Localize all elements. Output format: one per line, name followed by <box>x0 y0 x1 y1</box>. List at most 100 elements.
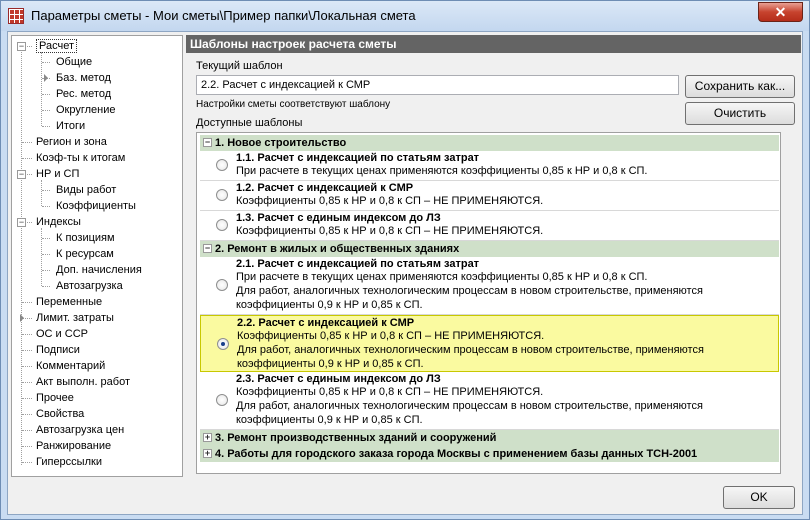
tree-item[interactable]: Общие <box>56 54 92 70</box>
tree-item-label: К ресурсам <box>56 248 114 260</box>
tree-item[interactable]: Баз. метод <box>56 70 111 86</box>
tree-item[interactable]: Прочее <box>36 390 74 406</box>
tree-item[interactable]: Лимит. затраты <box>36 310 114 326</box>
tree-item[interactable]: Ранжирование <box>36 438 111 454</box>
save-as-button[interactable]: Сохранить как... <box>685 75 795 98</box>
window-title: Параметры сметы - Мои сметы\Пример папки… <box>31 8 416 23</box>
template-description: При расчете в текущих ценах применяются … <box>236 271 648 283</box>
close-button[interactable]: ✕ <box>758 2 803 22</box>
template-radio[interactable] <box>216 189 228 201</box>
group-label: 4. Работы для городского заказа города М… <box>215 448 698 460</box>
group-toggle-icon[interactable]: − <box>203 138 212 147</box>
template-radio[interactable] <box>216 279 228 291</box>
tree-collapse-icon[interactable]: − <box>17 42 26 51</box>
tree-item-label: Коэффициенты <box>56 200 136 212</box>
current-template-label: Текущий шаблон <box>196 60 283 72</box>
tree-item-label: Переменные <box>36 296 103 308</box>
template-description: Коэффициенты 0,85 к НР и 0,8 к СП – НЕ П… <box>237 330 545 342</box>
tree-item[interactable]: Рес. метод <box>56 86 111 102</box>
current-template-field[interactable]: 2.2. Расчет с индексацией к СМР <box>196 75 679 95</box>
tree-collapse-icon[interactable]: − <box>17 170 26 179</box>
tree-expand-arrow-icon[interactable] <box>44 74 48 82</box>
tree-expand-arrow-icon[interactable] <box>20 314 24 322</box>
group-toggle-icon[interactable]: + <box>203 433 212 442</box>
template-item[interactable]: 2.1. Расчет с индексацией по статьям зат… <box>200 257 779 315</box>
template-group[interactable]: +3. Ремонт производственных зданий и соо… <box>200 430 779 446</box>
tree-item[interactable]: Акт выполн. работ <box>36 374 130 390</box>
template-radio[interactable] <box>216 394 228 406</box>
tree-item-label: Прочее <box>36 392 74 404</box>
template-status-text: Настройки сметы соответствуют шаблону <box>196 99 391 110</box>
tree-item-label: Регион и зона <box>36 136 107 148</box>
tree-item-label: Акт выполн. работ <box>36 376 131 388</box>
group-label: 1. Новое строительство <box>215 137 347 149</box>
template-item[interactable]: 1.2. Расчет с индексацией к СМР Коэффицие… <box>200 181 779 211</box>
tree-item-label: Свойства <box>36 408 85 420</box>
tree-item-label: Комментарий <box>36 360 106 372</box>
tree-item[interactable]: Переменные <box>36 294 102 310</box>
template-description: При расчете в текущих ценах применяются … <box>236 165 648 177</box>
tree-item[interactable]: Автозагрузка <box>56 278 123 294</box>
tree-item[interactable]: Виды работ <box>56 182 116 198</box>
tree-collapse-icon[interactable]: − <box>17 218 26 227</box>
tree-item[interactable]: Округление <box>56 102 116 118</box>
tree-item-label: Индексы <box>36 216 81 228</box>
template-description: Для работ, аналогичных технологическим п… <box>237 344 704 356</box>
template-radio[interactable] <box>216 219 228 231</box>
template-radio[interactable] <box>216 159 228 171</box>
templates-panel: Шаблоны настроек расчета сметы Текущий ш… <box>186 35 801 477</box>
tree-item[interactable]: ОС и ССР <box>36 326 88 342</box>
template-item[interactable]: 1.1. Расчет с индексацией по статьям зат… <box>200 151 779 181</box>
template-description: коэффициенты 0,9 к НР и 0,85 к СП. <box>237 358 424 370</box>
tree-item[interactable]: Итоги <box>56 118 85 134</box>
tree-item[interactable]: Доп. начисления <box>56 262 142 278</box>
tree-item[interactable]: Свойства <box>36 406 84 422</box>
tree-item-label: Автозагрузка цен <box>36 424 125 436</box>
tree-item[interactable]: Коэффициенты <box>56 198 136 214</box>
tree-item-label: Гиперссылки <box>36 456 102 468</box>
group-label: 3. Ремонт производственных зданий и соор… <box>215 432 497 444</box>
template-title: 2.2. Расчет с индексацией к СМР <box>237 317 415 329</box>
template-radio[interactable] <box>217 338 229 350</box>
tree-item-label: Баз. метод <box>56 72 111 84</box>
tree-item-label: Лимит. затраты <box>36 312 114 324</box>
tree-item-label: Округление <box>56 104 116 116</box>
templates-list[interactable]: −1. Новое строительство 1.1. Расчет с инд… <box>196 132 781 474</box>
template-description: Коэффициенты 0,85 к НР и 0,8 к СП – НЕ П… <box>236 386 544 398</box>
tree-item-label: Автозагрузка <box>56 280 123 292</box>
tree-item[interactable]: К позициям <box>56 230 115 246</box>
title-bar[interactable]: Параметры сметы - Мои сметы\Пример папки… <box>1 1 809 31</box>
group-toggle-icon[interactable]: − <box>203 244 212 253</box>
tree-item[interactable]: НР и СП <box>36 166 79 182</box>
settings-tree[interactable]: Расчет − Общие Баз. метод Рес. метод Округлен… <box>11 35 183 477</box>
ok-button[interactable]: OK <box>723 486 795 509</box>
tree-item[interactable]: Подписи <box>36 342 80 358</box>
template-description: Для работ, аналогичных технологическим п… <box>236 400 703 412</box>
template-description: коэффициенты 0,9 к НР и 0,85 к СП. <box>236 299 423 311</box>
tree-item[interactable]: Автозагрузка цен <box>36 422 124 438</box>
tree-item-label: Расчет <box>36 39 77 53</box>
template-item[interactable]: 2.3. Расчет с единым индексом до ЛЗ Коэфф… <box>200 372 779 430</box>
template-group[interactable]: +4. Работы для городского заказа города … <box>200 446 779 462</box>
tree-item-label: НР и СП <box>36 168 80 180</box>
template-title: 2.1. Расчет с индексацией по статьям зат… <box>236 258 480 270</box>
template-description: Коэффициенты 0,85 к НР и 0,8 к СП – НЕ П… <box>236 225 544 237</box>
panel-header: Шаблоны настроек расчета сметы <box>186 35 801 53</box>
tree-item[interactable]: Регион и зона <box>36 134 107 150</box>
clear-button[interactable]: Очистить <box>685 102 795 125</box>
tree-item[interactable]: Коэф-ты к итогам <box>36 150 125 166</box>
template-title: 1.2. Расчет с индексацией к СМР <box>236 182 414 194</box>
tree-item[interactable]: Гиперссылки <box>36 454 102 470</box>
tree-item[interactable]: Индексы <box>36 214 81 230</box>
template-item[interactable]: 2.2. Расчет с индексацией к СМР Коэффицие… <box>200 315 779 372</box>
template-group[interactable]: −1. Новое строительство <box>200 135 779 151</box>
group-toggle-icon[interactable]: + <box>203 449 212 458</box>
template-group[interactable]: −2. Ремонт в жилых и общественных здания… <box>200 241 779 257</box>
template-description: коэффициенты 0,9 к НР и 0,85 к СП. <box>236 414 423 426</box>
tree-item[interactable]: Комментарий <box>36 358 105 374</box>
template-item[interactable]: 1.3. Расчет с единым индексом до ЛЗ Коэфф… <box>200 211 779 241</box>
template-title: 1.1. Расчет с индексацией по статьям зат… <box>236 152 480 164</box>
tree-item[interactable]: К ресурсам <box>56 246 114 262</box>
tree-item[interactable]: Расчет <box>36 38 77 54</box>
group-label: 2. Ремонт в жилых и общественных зданиях <box>215 243 460 255</box>
